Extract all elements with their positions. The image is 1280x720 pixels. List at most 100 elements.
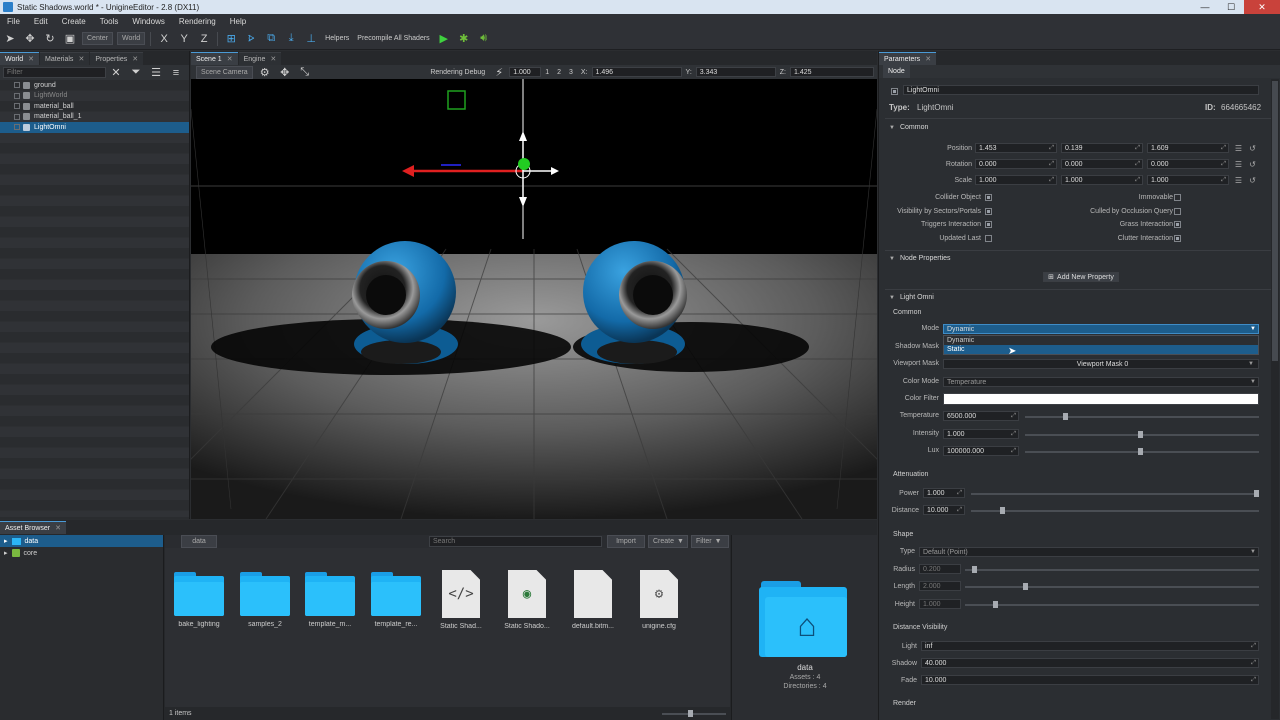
menu-create[interactable]: Create [55,17,93,26]
helpers-menu[interactable]: Helpers [325,35,349,42]
intensity-field[interactable]: 1.000 ⤢ [943,429,1019,439]
node-enable-checkbox[interactable] [14,92,20,99]
height-slider[interactable] [965,601,1259,608]
temperature-slider[interactable] [1025,413,1259,420]
hierarchy-icon[interactable]: ☰ [148,65,164,81]
asset-bake-lighting[interactable]: bake_lighting [167,572,231,628]
triggers-interaction-checkbox[interactable] [985,221,992,228]
grass-interaction-checkbox[interactable] [1174,221,1181,228]
intensity-slider[interactable] [1025,431,1259,438]
3d-viewport[interactable] [191,79,877,519]
asset-default-bitmap[interactable]: default.bitm... [561,570,625,630]
asset-template-re[interactable]: template_re... [364,572,428,628]
space-combo[interactable]: World [117,32,146,45]
slider-handle[interactable] [1063,413,1068,420]
immovable-checkbox[interactable] [1174,194,1181,201]
dv-shadow-field[interactable]: 40.000 ⤢ [921,658,1259,668]
asset-tree-data[interactable]: ▸ data [0,535,163,547]
tab-node[interactable]: Node [883,65,910,78]
lux-slider[interactable] [1025,448,1259,455]
section-node-properties[interactable]: ▼ Node Properties [889,255,951,262]
rendering-debug-combo[interactable]: Rendering Debug [430,69,485,76]
asset-unigine-cfg[interactable]: ⚙ unigine.cfg [627,570,691,630]
pivot-combo[interactable]: Center [82,32,114,45]
dv-fade-field[interactable]: 10.000 ⤢ [921,675,1259,685]
clear-filter-icon[interactable]: ✕ [108,65,124,81]
tree-node-material-ball[interactable]: material_ball [0,101,189,112]
view-1-button[interactable]: 1 [545,69,549,76]
radius-field[interactable]: 0.200 [919,564,961,574]
close-tab-icon[interactable]: ✕ [78,55,84,63]
length-field[interactable]: 2.000 [919,581,961,591]
reset-icon[interactable]: ↺ [1248,176,1257,185]
close-tab-icon[interactable]: ✕ [925,55,931,63]
asset-search-input[interactable]: Search [429,536,602,547]
temperature-field[interactable]: 6500.000 ⤢ [943,411,1019,421]
node-enable-checkbox[interactable] [14,124,20,131]
node-enable-checkbox[interactable] [14,103,20,110]
snap-grid-icon[interactable]: ⊞ [223,31,239,47]
reset-icon[interactable]: ↺ [1248,144,1257,153]
precompile-shaders-button[interactable]: Precompile All Shaders [357,35,429,42]
distance-slider[interactable] [971,507,1259,514]
reset-icon[interactable]: ↺ [1248,160,1257,169]
tab-asset-browser[interactable]: Asset Browser ✕ [0,521,66,534]
tab-properties[interactable]: Properties ✕ [90,52,144,65]
close-tab-icon[interactable]: ✕ [270,55,276,63]
menu-icon[interactable]: ☰ [1234,160,1243,169]
settings-icon[interactable]: ✱ [456,31,472,47]
menu-file[interactable]: File [0,17,27,26]
material-ball-left[interactable] [352,241,458,364]
clutter-interaction-checkbox[interactable] [1174,235,1181,242]
section-common[interactable]: ▼ Common [889,124,928,131]
dv-light-field[interactable]: inf ⤢ [921,641,1259,651]
length-slider[interactable] [965,583,1259,590]
tree-node-material-ball-1[interactable]: material_ball_1 [0,112,189,123]
z-coord-field[interactable]: 1.425 [790,67,874,77]
minimize-button[interactable]: — [1192,0,1218,14]
slider-handle[interactable] [972,566,977,573]
camera-settings-icon[interactable]: ⚙ [257,64,273,80]
mode-dropdown[interactable]: Dynamic ▼ [943,324,1259,334]
position-x-field[interactable]: 1.453 ⤢ [975,143,1057,153]
snap-surface-icon[interactable]: ⧉ [263,31,279,47]
x-coord-field[interactable]: 1.496 [591,67,682,77]
section-light-omni[interactable]: ▼ Light Omni [889,294,934,301]
drop-to-ground-icon[interactable]: ⤓ [283,31,299,47]
menu-edit[interactable]: Edit [27,17,55,26]
color-mode-dropdown[interactable]: Temperature ▼ [943,377,1259,387]
node-enable-checkbox[interactable] [14,113,20,120]
slider-handle[interactable] [1023,583,1028,590]
parameters-scrollbar[interactable] [1271,79,1279,719]
camera-move-icon[interactable]: ✥ [277,64,293,80]
updated-last-checkbox[interactable] [985,235,992,242]
slider-handle[interactable] [1138,431,1143,438]
asset-static-shadows-world[interactable]: ◉ Static Shado... [495,570,559,630]
position-z-field[interactable]: 1.609 ⤢ [1147,143,1229,153]
axis-x-button[interactable]: X [156,31,172,47]
close-tab-icon[interactable]: ✕ [227,55,233,63]
material-ball-right[interactable] [581,241,687,364]
snap-angle-icon[interactable]: ⦠ [243,31,259,47]
slider-handle[interactable] [1254,490,1259,497]
slider-handle[interactable] [1138,448,1143,455]
asset-tree-core[interactable]: ▸ core [0,547,163,559]
camera-speed-field[interactable]: 1.000 [509,67,542,77]
add-new-property-button[interactable]: ⊞ Add New Property [1043,272,1119,282]
scene-render[interactable] [191,79,877,519]
play-icon[interactable]: ▶ [436,31,452,47]
shape-type-dropdown[interactable]: Default (Point) ▼ [919,547,1259,557]
power-slider[interactable] [971,490,1259,497]
height-field[interactable]: 1.000 [919,599,961,609]
menu-icon[interactable]: ☰ [1234,176,1243,185]
collider-object-checkbox[interactable] [985,194,992,201]
node-enable-checkbox[interactable] [14,82,20,89]
filter-icon[interactable]: ⏷ [128,65,144,81]
filter-button[interactable]: Filter ▼ [691,535,729,548]
translate-tool-icon[interactable]: ✥ [22,31,38,47]
close-tab-icon[interactable]: ✕ [132,55,138,63]
tab-scene-1[interactable]: Scene 1 ✕ [191,52,238,65]
view-3-button[interactable]: 3 [569,69,573,76]
import-button[interactable]: Import [607,535,645,548]
rotation-x-field[interactable]: 0.000 ⤢ [975,159,1057,169]
